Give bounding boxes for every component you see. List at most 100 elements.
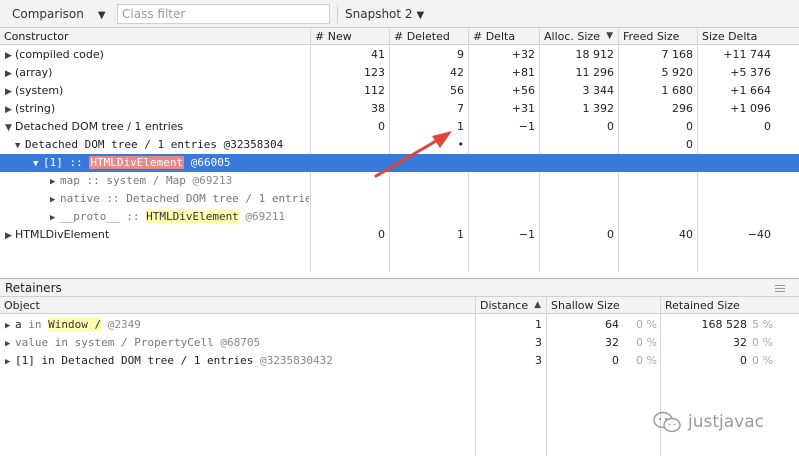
column-distance-label: Distance: [480, 299, 529, 312]
column-delta[interactable]: # Delta: [469, 28, 539, 45]
collapse-triangle-icon[interactable]: ▼: [5, 119, 15, 136]
table-row-selected[interactable]: ▼ [1] :: HTMLDivElement @66005: [0, 154, 799, 172]
expand-triangle-icon[interactable]: ▶: [5, 83, 15, 100]
alloc-size: 0: [607, 120, 614, 133]
snapshot-select[interactable]: Snapshot 2 ▼: [345, 0, 424, 28]
expand-triangle-icon[interactable]: ▶: [5, 101, 15, 118]
deleted-count: 7: [457, 102, 464, 115]
retainer-property: value: [15, 336, 49, 349]
table-row[interactable]: ▶ HTMLDivElement 0 1 −1 0 40 −40: [0, 226, 799, 244]
retainer-id: @3235830432: [253, 354, 333, 367]
freed-size: 40: [679, 228, 693, 241]
column-object[interactable]: Object: [0, 297, 475, 314]
toolbar: Comparison▼ Snapshot 2▼: [0, 0, 799, 28]
retainers-panel-header: Retainers: [0, 278, 799, 297]
alloc-size: 11 296: [575, 66, 615, 79]
constructor-table-header: Constructor # New # Deleted # Delta Allo…: [0, 28, 799, 45]
freed-size: 0: [686, 120, 693, 133]
new-count: 41: [371, 48, 385, 61]
expand-triangle-icon[interactable]: ▶: [5, 335, 15, 352]
distance-value: 3: [535, 354, 542, 367]
table-row[interactable]: ▶ (array) 123 42 +81 11 296 5 920 +5 376: [0, 64, 799, 82]
column-alloc-size[interactable]: Alloc. Size ▼: [540, 28, 618, 45]
deleted-count: 56: [450, 84, 464, 97]
table-row[interactable]: ▶ (system) 112 56 +56 3 344 1 680 +1 664: [0, 82, 799, 100]
view-mode-label: Comparison: [12, 7, 84, 21]
table-row[interactable]: ▶ (compiled code) 41 9 +32 18 912 7 168 +…: [0, 46, 799, 64]
retained-size-value: 0: [740, 354, 747, 367]
freed-size: 5 920: [661, 66, 694, 79]
object-prefix: __proto__ ::: [60, 210, 147, 223]
shallow-size-percent: 0 %: [636, 336, 657, 349]
shallow-size-value: 32: [605, 336, 619, 349]
expand-triangle-icon[interactable]: ▶: [50, 173, 60, 190]
sort-descending-icon: ▼: [606, 31, 613, 41]
retainer-row[interactable]: ▶ value in system / PropertyCell @68705 3…: [0, 334, 799, 352]
expand-triangle-icon[interactable]: ▶: [50, 191, 60, 208]
object-class-name: HTMLDivElement: [89, 156, 185, 169]
retainer-id: @2349: [101, 318, 141, 331]
deleted-count: 42: [450, 66, 464, 79]
watermark: justjavac: [652, 410, 764, 434]
expand-triangle-icon[interactable]: ▶: [50, 209, 60, 226]
table-row[interactable]: ▼ Detached DOM tree / 1 entries @32358304…: [0, 136, 799, 154]
object-id: @69213: [185, 174, 233, 187]
constructor-name: (array): [15, 66, 53, 79]
retainers-title: Retainers: [5, 281, 62, 295]
column-distance[interactable]: Distance ▲: [476, 297, 546, 314]
column-deleted[interactable]: # Deleted: [390, 28, 468, 45]
column-freed-size[interactable]: Freed Size: [619, 28, 697, 45]
retained-size-value: 32: [733, 336, 747, 349]
view-mode-select[interactable]: Comparison ▼: [12, 0, 106, 28]
new-count: 38: [371, 102, 385, 115]
class-filter-input[interactable]: [117, 4, 330, 24]
object-name: map :: system / Map: [60, 174, 186, 187]
shallow-size-percent: 0 %: [636, 354, 657, 367]
column-alloc-size-label: Alloc. Size: [544, 30, 600, 43]
column-shallow-size[interactable]: Shallow Size: [547, 297, 660, 314]
resize-handle-icon[interactable]: [775, 285, 785, 292]
alloc-size: 3 344: [582, 84, 615, 97]
new-count: 112: [364, 84, 385, 97]
constructor-name: Detached DOM tree / 1 entries: [15, 120, 184, 133]
retainer-keyword: in Detached DOM tree / 1 entries: [34, 354, 254, 367]
snapshot-label: Snapshot 2: [345, 7, 413, 21]
freed-size: 296: [672, 102, 693, 115]
expand-triangle-icon[interactable]: ▶: [5, 65, 15, 82]
column-new[interactable]: # New: [311, 28, 389, 45]
table-row[interactable]: ▶ __proto__ :: HTMLDivElement @69211: [0, 208, 799, 226]
expand-triangle-icon[interactable]: ▶: [5, 47, 15, 64]
retained-size-value: 168 528: [701, 318, 748, 331]
retainer-row[interactable]: ▶ [1] in Detached DOM tree / 1 entries @3…: [0, 352, 799, 370]
alloc-size: 0: [607, 228, 614, 241]
table-row[interactable]: ▶ native :: Detached DOM tree / 1 entries: [0, 190, 799, 208]
object-prefix: [1] ::: [43, 156, 90, 169]
column-retained-size[interactable]: Retained Size: [661, 297, 799, 314]
column-size-delta[interactable]: Size Delta: [698, 28, 799, 45]
wechat-icon: [653, 411, 681, 433]
toolbar-divider: [337, 5, 338, 23]
table-row[interactable]: ▶ map :: system / Map @69213: [0, 172, 799, 190]
distance-value: 3: [535, 336, 542, 349]
object-id: @66005: [184, 156, 231, 169]
retainer-keyword: in system / PropertyCell: [48, 336, 214, 349]
delta-count: +81: [511, 66, 535, 79]
size-delta: +11 744: [723, 48, 771, 61]
new-count: 123: [364, 66, 385, 79]
collapse-triangle-icon[interactable]: ▼: [33, 155, 43, 172]
retainer-row[interactable]: ▶ a in Window / @2349 1 64 0 % 168 528 5 …: [0, 316, 799, 334]
distance-value: 1: [535, 318, 542, 331]
delta-count: −1: [518, 120, 535, 133]
table-row[interactable]: ▶ (string) 38 7 +31 1 392 296 +1 096: [0, 100, 799, 118]
expand-triangle-icon[interactable]: ▶: [5, 227, 15, 244]
retainer-object: Window /: [48, 318, 102, 331]
collapse-triangle-icon[interactable]: ▼: [15, 137, 25, 154]
expand-triangle-icon[interactable]: ▶: [5, 353, 15, 370]
size-delta: −40: [747, 228, 771, 241]
table-row[interactable]: ▼ Detached DOM tree / 1 entries 0 1 −1 0 …: [0, 118, 799, 136]
object-name: Detached DOM tree / 1 entries @32358304: [25, 138, 284, 151]
expand-triangle-icon[interactable]: ▶: [5, 317, 15, 334]
column-constructor[interactable]: Constructor: [0, 28, 310, 45]
retained-size-percent: 0 %: [752, 336, 773, 349]
delta-count: +32: [511, 48, 535, 61]
